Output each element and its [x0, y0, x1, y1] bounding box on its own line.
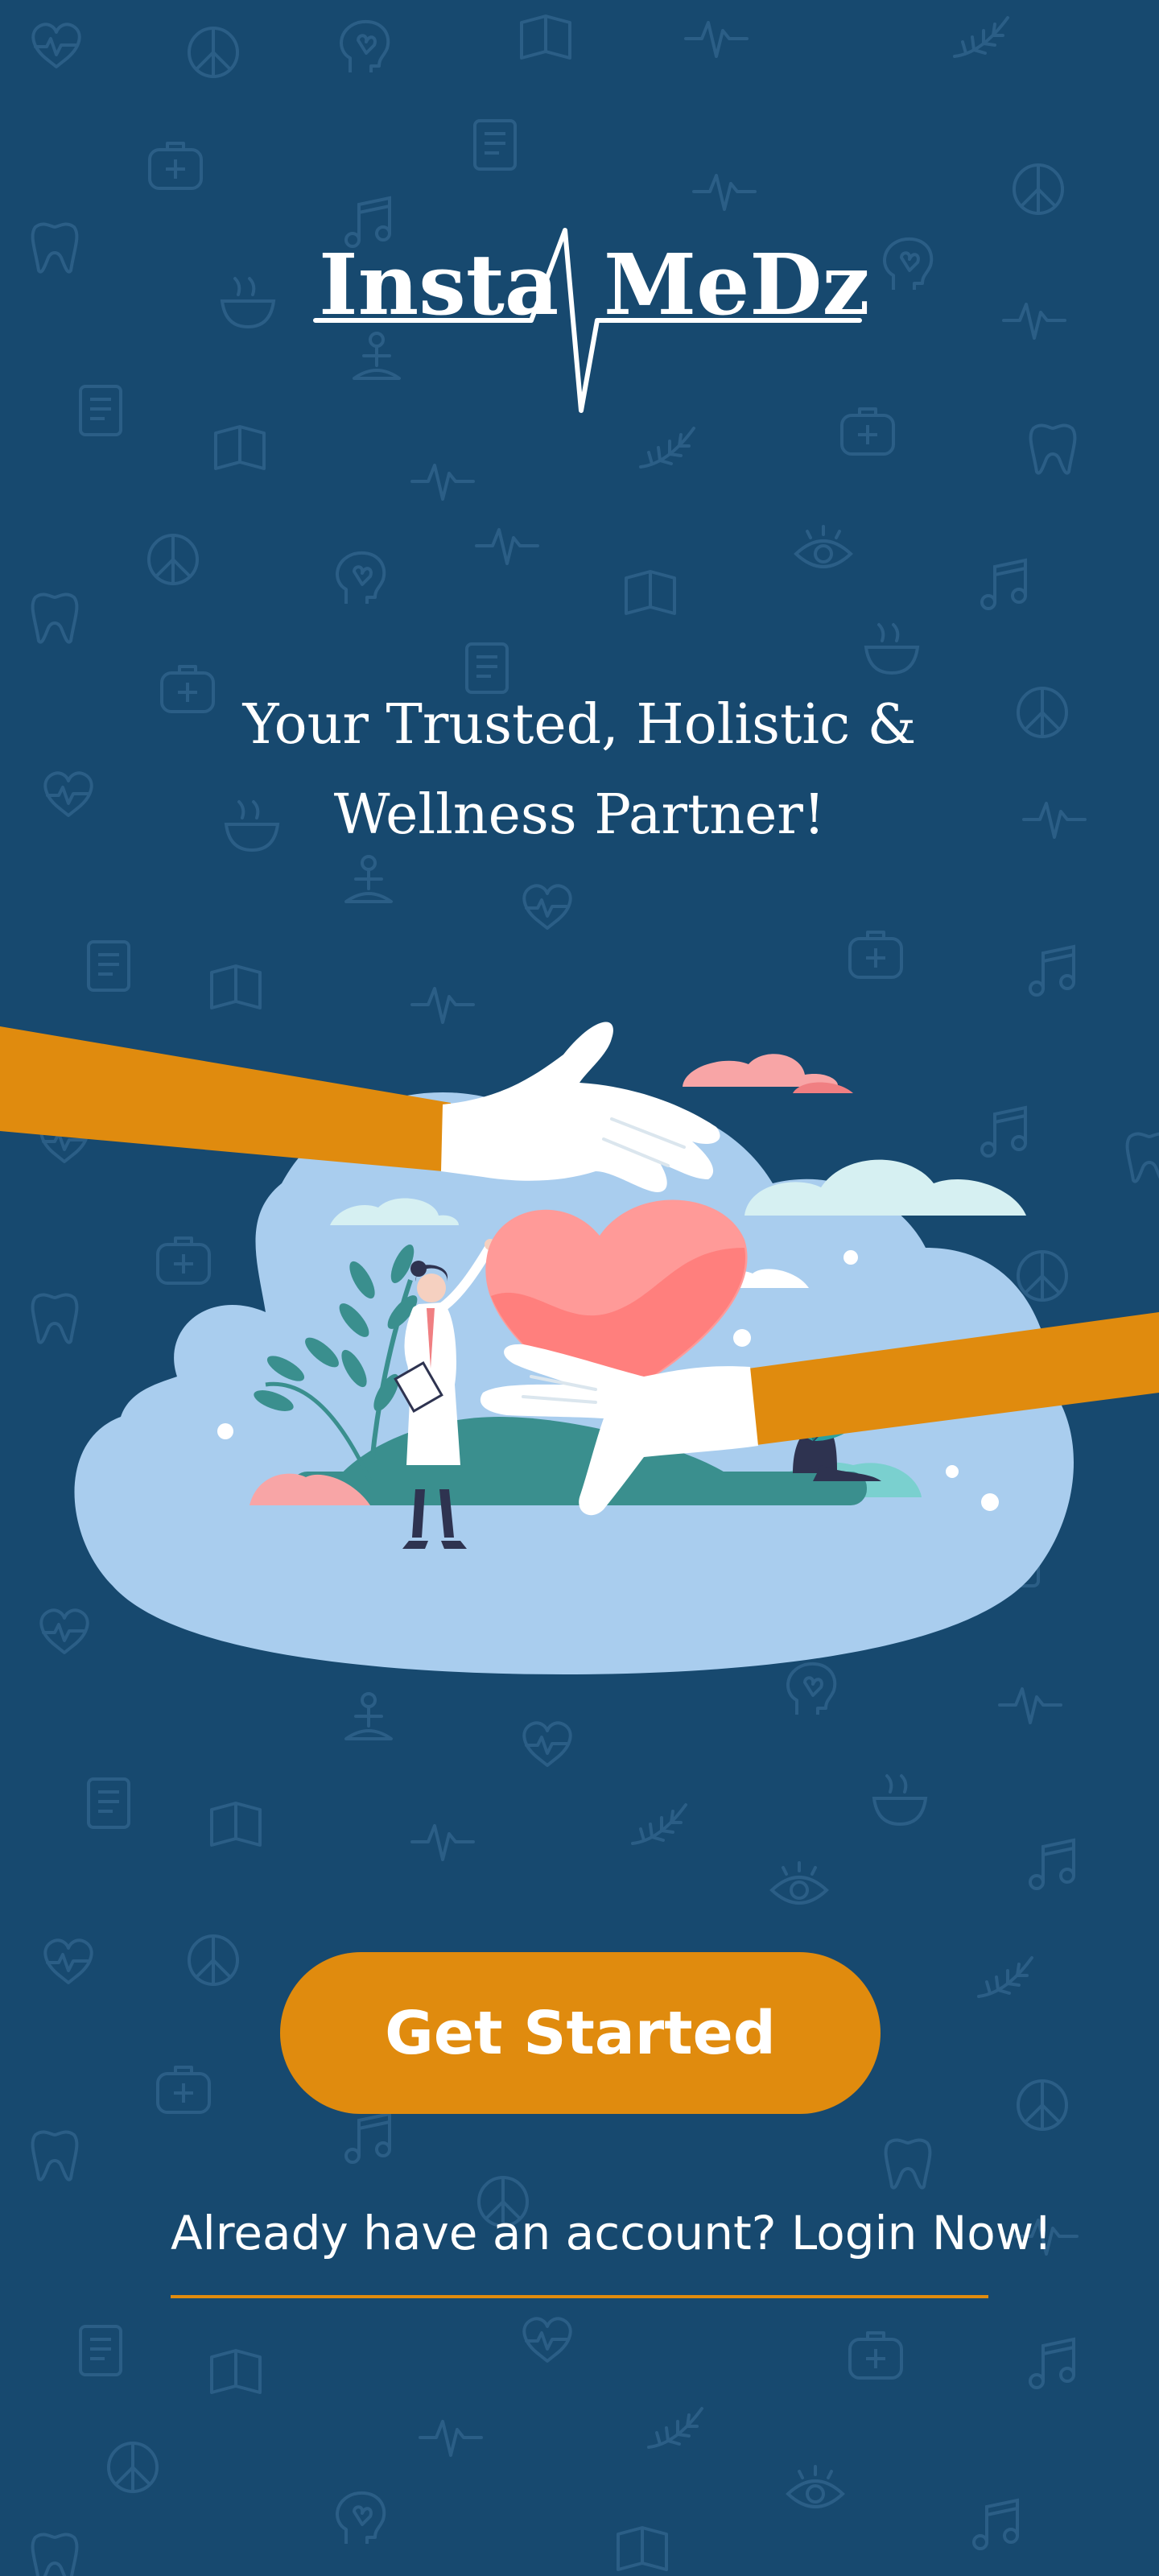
tagline: Your Trusted, Holistic & Wellness Partne… — [177, 680, 982, 861]
tagline-line-1: Your Trusted, Holistic & — [242, 693, 917, 757]
get-started-label: Get Started — [385, 1998, 776, 2068]
pink-cloud — [683, 1054, 838, 1087]
login-now-link[interactable]: Login Now! — [791, 2206, 1052, 2260]
login-underline — [171, 2295, 988, 2298]
login-prompt-row: Already have an account? Login Now! — [171, 2206, 1052, 2260]
white-cloud-right — [744, 1159, 1026, 1216]
login-prompt-text: Already have an account? — [171, 2206, 777, 2260]
app-logo: Insta MeDz — [306, 217, 869, 427]
get-started-button[interactable]: Get Started — [280, 1952, 881, 2114]
hero-illustration — [0, 990, 1159, 1699]
tagline-line-2: Wellness Partner! — [333, 783, 826, 847]
